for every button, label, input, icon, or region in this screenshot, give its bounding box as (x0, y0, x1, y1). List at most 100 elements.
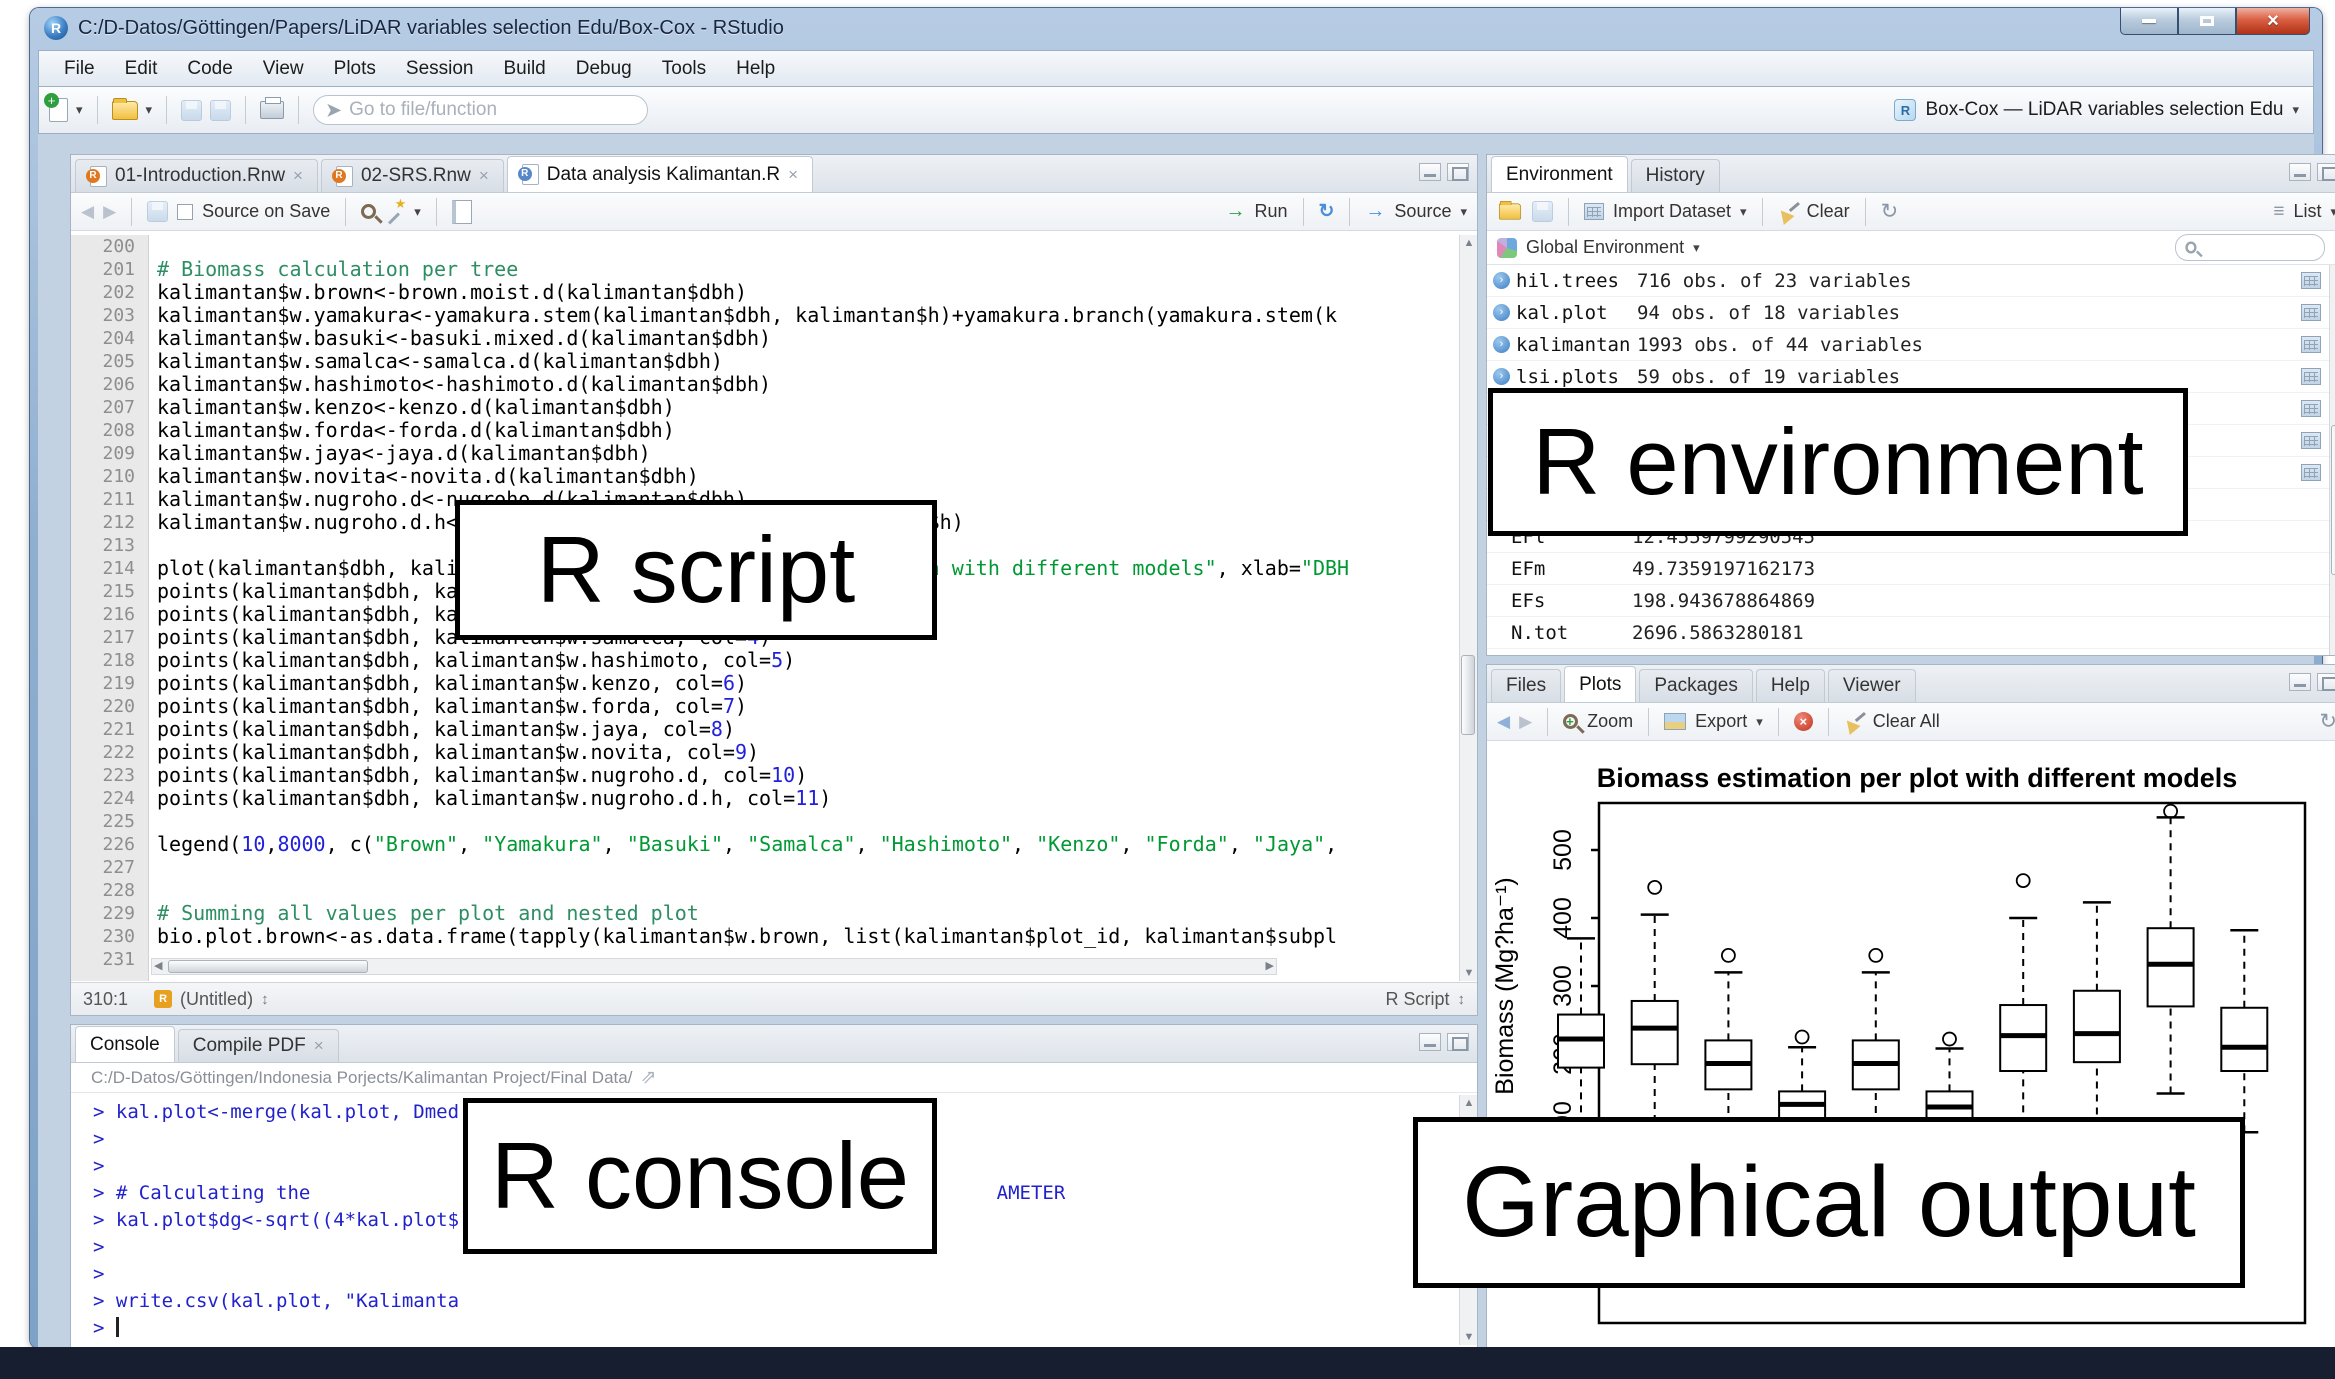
menu-view[interactable]: View (248, 58, 319, 80)
editor-vscrollbar[interactable]: ▲ ▼ (1459, 235, 1477, 981)
expand-object-icon[interactable]: › (1493, 272, 1510, 289)
scope-caret-icon[interactable]: ▾ (1693, 240, 1700, 256)
tab-console[interactable]: Console (75, 1026, 175, 1062)
save-all-icon[interactable] (210, 99, 232, 121)
import-dataset-caret-icon[interactable]: ▾ (1740, 204, 1747, 220)
code-line-218[interactable]: 218 points(kalimantan$dbh, kalimantan$w.h… (71, 649, 1459, 672)
source-on-save-checkbox[interactable] (177, 203, 194, 220)
close-tab-icon[interactable]: × (314, 1036, 324, 1056)
load-workspace-icon[interactable] (1498, 200, 1522, 220)
code-line-206[interactable]: 206 kalimantan$w.hashimoto<-hashimoto.d(k… (71, 373, 1459, 396)
code-line-222[interactable]: 222 points(kalimantan$dbh, kalimantan$w.n… (71, 741, 1459, 764)
code-line-204[interactable]: 204 kalimantan$w.basuki<-basuki.mixed.d(k… (71, 327, 1459, 350)
pane-minimize-icon[interactable] (2289, 163, 2311, 181)
rerun-icon[interactable]: ↻ (1319, 200, 1335, 223)
menu-help[interactable]: Help (721, 58, 790, 80)
export-button[interactable]: Export (1695, 711, 1747, 732)
new-file-caret-icon[interactable]: ▾ (76, 102, 83, 118)
code-line-210[interactable]: 210 kalimantan$w.novita<-novita.d(kaliman… (71, 465, 1459, 488)
env-value-row[interactable]: EFm 49.7359197162173 (1487, 553, 2329, 585)
view-table-icon[interactable] (2301, 304, 2321, 321)
view-table-icon[interactable] (2301, 272, 2321, 289)
filetype-selector[interactable]: R Script ↕ (1385, 989, 1465, 1010)
view-table-icon[interactable] (2301, 368, 2321, 385)
chunk-selector[interactable]: R (Untitled) ↕ (154, 989, 269, 1010)
code-line-203[interactable]: 203 kalimantan$w.yamakura<-yamakura.stem(… (71, 304, 1459, 327)
goto-file-input[interactable] (349, 99, 636, 121)
code-line-223[interactable]: 223 points(kalimantan$dbh, kalimantan$w.n… (71, 764, 1459, 787)
editor-hscrollbar[interactable]: ◀ ▶ (151, 958, 1277, 975)
save-doc-icon[interactable] (147, 201, 169, 222)
expand-object-icon[interactable]: › (1493, 336, 1510, 353)
menu-tools[interactable]: Tools (647, 58, 721, 80)
run-button[interactable]: Run (1254, 201, 1287, 222)
zoom-button[interactable]: Zoom (1587, 711, 1633, 732)
environment-vscrollbar[interactable]: ▲ ▼ (2329, 265, 2335, 655)
run-arrow-icon[interactable]: → (1225, 200, 1245, 223)
compile-notebook-icon[interactable] (451, 199, 472, 224)
refresh-plot-icon[interactable]: ↻ (2319, 711, 2335, 732)
clear-all-broom-icon[interactable] (1844, 712, 1864, 732)
code-line-225[interactable]: 225 (71, 810, 1459, 833)
vscroll-thumb[interactable] (2331, 425, 2335, 575)
pane-minimize-icon[interactable] (2289, 673, 2311, 691)
refresh-env-icon[interactable]: ↻ (1881, 201, 1899, 222)
nav-forward-icon[interactable]: ▶ (103, 202, 116, 222)
code-line-201[interactable]: 201 # Biomass calculation per tree (71, 258, 1459, 281)
open-file-icon[interactable] (111, 97, 138, 120)
menu-code[interactable]: Code (172, 58, 247, 80)
code-line-205[interactable]: 205 kalimantan$w.samalca<-samalca.d(kalim… (71, 350, 1459, 373)
close-tab-icon[interactable]: × (788, 165, 798, 185)
source-button[interactable]: Source (1394, 201, 1451, 222)
view-table-icon[interactable] (2301, 400, 2321, 417)
tab-files[interactable]: Files (1491, 669, 1562, 702)
pane-maximize-icon[interactable] (1447, 1033, 1469, 1051)
clear-broom-icon[interactable] (1778, 202, 1798, 222)
hscroll-thumb[interactable] (168, 960, 368, 973)
view-table-icon[interactable] (2301, 336, 2321, 353)
maximize-button[interactable] (2178, 8, 2236, 35)
print-icon[interactable] (260, 97, 285, 119)
code-line-226[interactable]: 226 legend(10,8000, c("Brown", "Yamakura"… (71, 833, 1459, 856)
env-object-row[interactable]: › kal.plot 94 obs. of 18 variables (1487, 297, 2329, 329)
save-icon[interactable] (181, 99, 203, 121)
tab-help[interactable]: Help (1755, 669, 1825, 702)
open-file-caret-icon[interactable]: ▾ (146, 102, 153, 118)
menu-edit[interactable]: Edit (110, 58, 173, 80)
menu-plots[interactable]: Plots (319, 58, 391, 80)
goto-file-box[interactable]: ➤ (313, 95, 649, 125)
export-plot-icon[interactable] (1664, 713, 1687, 730)
pane-maximize-icon[interactable] (2317, 163, 2335, 181)
clear-button[interactable]: Clear (1807, 201, 1850, 222)
env-value-row[interactable]: N.tot 2696.5863280181 (1487, 617, 2329, 649)
pane-minimize-icon[interactable] (1419, 163, 1441, 181)
tab-history[interactable]: History (1630, 159, 1720, 192)
code-line-221[interactable]: 221 points(kalimantan$dbh, kalimantan$w.j… (71, 718, 1459, 741)
code-line-200[interactable]: 200 (71, 235, 1459, 258)
env-object-row[interactable]: › kalimantan 1993 obs. of 44 variables (1487, 329, 2329, 361)
next-plot-icon[interactable]: ▶ (1519, 712, 1532, 732)
project-selector[interactable]: R Box-Cox — LiDAR variables selection Ed… (1894, 99, 2299, 121)
environment-search-box[interactable] (2175, 234, 2325, 261)
find-replace-icon[interactable] (361, 204, 377, 219)
code-line-220[interactable]: 220 points(kalimantan$dbh, kalimantan$w.f… (71, 695, 1459, 718)
code-line-219[interactable]: 219 points(kalimantan$dbh, kalimantan$w.k… (71, 672, 1459, 695)
pane-maximize-icon[interactable] (1447, 163, 1469, 181)
code-line-209[interactable]: 209 kalimantan$w.jaya<-jaya.d(kalimantan$… (71, 442, 1459, 465)
title-bar[interactable]: R C:/D-Datos/Göttingen/Papers/LiDAR vari… (30, 8, 2322, 48)
prev-plot-icon[interactable]: ◀ (1497, 712, 1510, 732)
zoom-plot-icon[interactable] (1563, 714, 1579, 729)
code-line-208[interactable]: 208 kalimantan$w.forda<-forda.d(kalimanta… (71, 419, 1459, 442)
code-line-207[interactable]: 207 kalimantan$w.kenzo<-kenzo.d(kalimanta… (71, 396, 1459, 419)
nav-back-icon[interactable]: ◀ (81, 202, 94, 222)
close-tab-icon[interactable]: × (293, 166, 303, 186)
expand-object-icon[interactable]: › (1493, 304, 1510, 321)
tab-02-srs-rnw[interactable]: 02-SRS.Rnw× (320, 159, 504, 192)
menu-file[interactable]: File (49, 58, 110, 80)
code-tools-caret-icon[interactable]: ▾ (414, 204, 421, 220)
code-line-229[interactable]: 229 # Summing all values per plot and nes… (71, 902, 1459, 925)
tab-plots[interactable]: Plots (1564, 666, 1637, 702)
expand-object-icon[interactable]: › (1493, 368, 1510, 385)
list-view-caret-icon[interactable]: ▾ (2330, 204, 2335, 220)
pane-maximize-icon[interactable] (2317, 673, 2335, 691)
